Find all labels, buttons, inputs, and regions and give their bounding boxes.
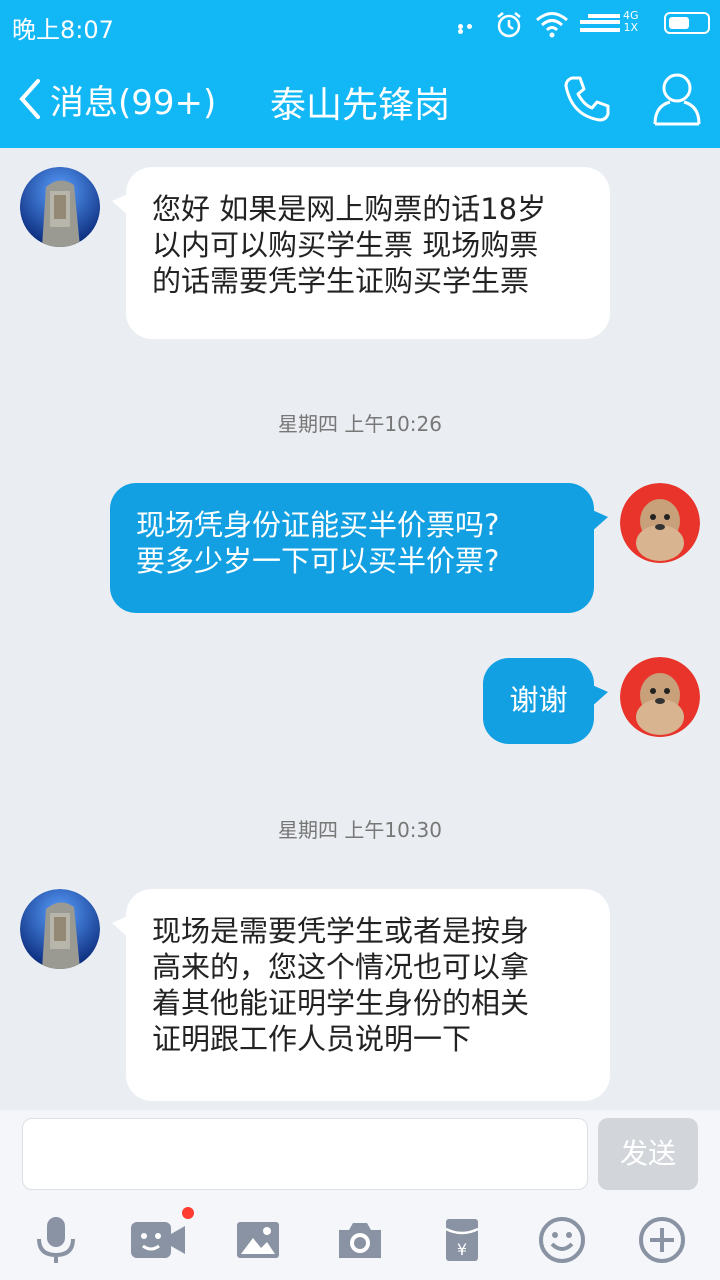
- message-bubble-outgoing[interactable]: 谢谢: [483, 658, 608, 744]
- plus-button[interactable]: [632, 1210, 692, 1270]
- user-avatar[interactable]: [620, 657, 700, 737]
- signal-icon: [580, 12, 620, 40]
- toolbar: ¥: [0, 1210, 720, 1270]
- message-line: 要多少岁一下可以买半价票?: [136, 544, 500, 578]
- message-line: 现场凭身份证能买半价票吗?: [136, 508, 500, 542]
- image-icon: [237, 1222, 279, 1258]
- phone-call-button[interactable]: [560, 72, 614, 130]
- microphone-icon: [37, 1217, 75, 1263]
- message-bubble-incoming[interactable]: 现场是需要凭学生或者是按身 高来的，您这个情况也可以拿 着其他能证明学生身份的相…: [112, 889, 610, 1101]
- plus-icon: [639, 1217, 685, 1263]
- camera-button[interactable]: [330, 1210, 390, 1270]
- microphone-button[interactable]: [26, 1210, 86, 1270]
- input-bar: 发送 ¥: [0, 1110, 720, 1280]
- person-icon: [653, 73, 701, 126]
- contact-avatar[interactable]: [20, 167, 100, 247]
- message-line: 现场是需要凭学生或者是按身: [152, 914, 530, 948]
- emoji-icon: [539, 1217, 585, 1263]
- image-button[interactable]: [228, 1210, 288, 1270]
- back-label: 消息(99+): [50, 82, 217, 123]
- chat-title: 泰山先锋岗: [269, 85, 450, 126]
- svg-text:¥: ¥: [457, 1240, 467, 1259]
- timestamp: 星期四 上午10:26: [278, 412, 442, 436]
- message-line: 着其他能证明学生身份的相关: [152, 986, 530, 1020]
- message-input[interactable]: [22, 1118, 588, 1190]
- contact-avatar[interactable]: [20, 889, 100, 969]
- status-bar: 晚上8:07 4G 1X: [0, 0, 720, 50]
- message-line: 您好 如果是网上购票的话18岁: [152, 192, 547, 226]
- phone-icon: [564, 76, 610, 122]
- message-line: 高来的，您这个情况也可以拿: [152, 950, 530, 984]
- user-avatar[interactable]: [620, 483, 700, 563]
- emoji-button[interactable]: [532, 1210, 592, 1270]
- back-button[interactable]: 消息(99+): [18, 74, 216, 124]
- more-dots-icon: [458, 24, 484, 34]
- network-type-bottom: 1X: [623, 21, 639, 34]
- notification-dot: [182, 1207, 194, 1219]
- message-line: 谢谢: [509, 683, 568, 717]
- nav-bar: 消息(99+) 泰山先锋岗: [0, 50, 720, 148]
- top-bar: 晚上8:07 4G 1X 消息(99+) 泰山先锋岗: [0, 0, 720, 148]
- red-packet-button[interactable]: ¥: [432, 1210, 492, 1270]
- message-line: 证明跟工作人员说明一下: [152, 1022, 472, 1056]
- message-bubble-incoming[interactable]: 您好 如果是网上购票的话18岁 以内可以购买学生票 现场购票 的话需要凭学生证购…: [112, 167, 610, 339]
- chat-area[interactable]: 您好 如果是网上购票的话18岁 以内可以购买学生票 现场购票 的话需要凭学生证购…: [0, 148, 720, 1110]
- message-bubble-outgoing[interactable]: 现场凭身份证能买半价票吗? 要多少岁一下可以买半价票?: [110, 483, 608, 613]
- red-packet-icon: ¥: [445, 1219, 479, 1261]
- video-icon: [131, 1222, 185, 1258]
- status-time: 晚上8:07: [12, 16, 114, 44]
- chevron-left-icon: [19, 79, 40, 119]
- profile-button[interactable]: [650, 68, 704, 132]
- alarm-icon: [494, 10, 524, 44]
- video-button[interactable]: [128, 1210, 188, 1270]
- camera-icon: [339, 1223, 381, 1258]
- wifi-icon: [535, 10, 569, 42]
- send-button[interactable]: 发送: [598, 1118, 698, 1190]
- network-type: 4G 1X: [623, 10, 639, 34]
- message-line: 以内可以购买学生票 现场购票: [152, 228, 539, 262]
- message-line: 的话需要凭学生证购买学生票: [152, 264, 530, 298]
- timestamp: 星期四 上午10:30: [278, 818, 442, 842]
- battery-icon: [664, 12, 710, 34]
